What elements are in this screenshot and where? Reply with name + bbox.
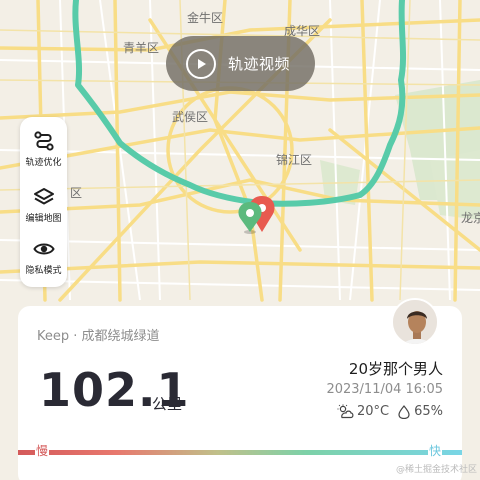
distance-unit: 公里 (152, 395, 183, 413)
speed-gradient-bar (18, 450, 462, 455)
avatar[interactable] (391, 298, 439, 346)
watermark: @稀土掘金技术社区 (395, 465, 477, 475)
weather-info: 20°C 65% (337, 404, 443, 419)
play-icon (186, 48, 216, 79)
speed-fast-label: 快 (428, 442, 443, 459)
map-toolbox: 轨迹优化 编辑地图 隐私模式 (20, 117, 67, 287)
activity-card: Keep · 成都绕城绿道 102.1 公里 20岁那个男人 2023/11/0… (18, 298, 462, 480)
track-video-label: 轨迹视频 (228, 55, 291, 73)
district-label-partial: 区 (70, 186, 83, 200)
speed-slow-label: 慢 (35, 442, 50, 459)
edit-map-label: 编辑地图 (25, 214, 62, 224)
route-title: Keep · 成都绕城绿道 (37, 329, 160, 344)
temperature-value: 20°C (356, 404, 390, 419)
water-drop-icon (398, 404, 410, 419)
district-label-wuhou: 武侯区 (172, 110, 209, 124)
humidity-value: 65% (414, 404, 443, 419)
partly-cloudy-icon (337, 404, 354, 419)
track-video-button[interactable]: 轨迹视频 (166, 36, 315, 91)
activity-datetime: 2023/11/04 16:05 (326, 382, 443, 397)
layers-icon (33, 188, 54, 205)
district-label-jinjiang: 锦江区 (276, 153, 313, 167)
route-optimize-label: 轨迹优化 (25, 158, 62, 168)
username: 20岁那个男人 (348, 360, 443, 378)
district-label-longquan: 龙京 (461, 211, 480, 225)
eye-icon (32, 243, 55, 255)
route-optimize-button[interactable]: 轨迹优化 (20, 121, 67, 171)
edit-map-button[interactable]: 编辑地图 (20, 177, 67, 227)
route-optimize-icon (33, 131, 54, 151)
district-label-jinniu: 金牛区 (187, 11, 224, 25)
district-label-qingyang: 青羊区 (123, 41, 160, 55)
privacy-mode-label: 隐私模式 (25, 266, 62, 276)
privacy-mode-button[interactable]: 隐私模式 (20, 229, 67, 279)
